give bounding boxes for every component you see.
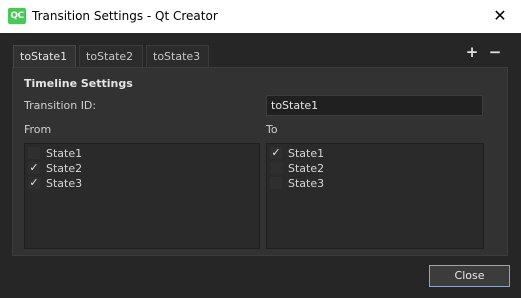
list-item[interactable]: ✓ State2 xyxy=(25,161,259,176)
timeline-settings-panel: Timeline Settings Transition ID: From To… xyxy=(12,67,508,256)
list-item-label: State1 xyxy=(46,147,83,160)
add-transition-button[interactable]: + xyxy=(465,43,479,61)
state2-from-checkbox[interactable]: ✓ xyxy=(28,162,40,174)
state2-to-checkbox[interactable] xyxy=(270,162,282,174)
qt-creator-logo-icon: QC xyxy=(8,8,26,24)
list-item-label: State2 xyxy=(46,162,83,175)
to-states-list: ✓ State1 State2 State3 xyxy=(266,143,484,249)
to-label: To xyxy=(266,123,278,136)
remove-transition-button[interactable]: − xyxy=(488,43,502,61)
list-item-label: State2 xyxy=(288,162,325,175)
section-title: Timeline Settings xyxy=(24,77,133,90)
window-title: Transition Settings - Qt Creator xyxy=(32,9,218,23)
list-item[interactable]: State2 xyxy=(267,161,483,176)
list-item[interactable]: ✓ State1 xyxy=(267,146,483,161)
list-item-label: State1 xyxy=(288,147,325,160)
list-item-label: State3 xyxy=(46,177,83,190)
window-close-button[interactable]: ✕ xyxy=(489,5,511,27)
from-states-list: State1 ✓ State2 ✓ State3 xyxy=(24,143,260,249)
list-item[interactable]: State1 xyxy=(25,146,259,161)
list-item[interactable]: ✓ State3 xyxy=(25,176,259,191)
close-button[interactable]: Close xyxy=(429,265,510,287)
state3-to-checkbox[interactable] xyxy=(270,177,282,189)
from-label: From xyxy=(24,123,52,136)
state1-from-checkbox[interactable] xyxy=(28,147,40,159)
transition-id-label: Transition ID: xyxy=(24,99,97,112)
title-bar: QC Transition Settings - Qt Creator ✕ xyxy=(0,0,521,33)
tab-tostate2[interactable]: toState2 xyxy=(79,45,143,68)
state1-to-checkbox[interactable]: ✓ xyxy=(270,147,282,159)
list-item[interactable]: State3 xyxy=(267,176,483,191)
list-item-label: State3 xyxy=(288,177,325,190)
tab-tostate1[interactable]: toState1 xyxy=(13,45,76,68)
tab-tostate3[interactable]: toState3 xyxy=(146,45,209,68)
dialog-body: toState1 toState2 toState3 + − Timeline … xyxy=(1,33,520,297)
state3-from-checkbox[interactable]: ✓ xyxy=(28,177,40,189)
transition-id-input[interactable] xyxy=(266,95,483,116)
